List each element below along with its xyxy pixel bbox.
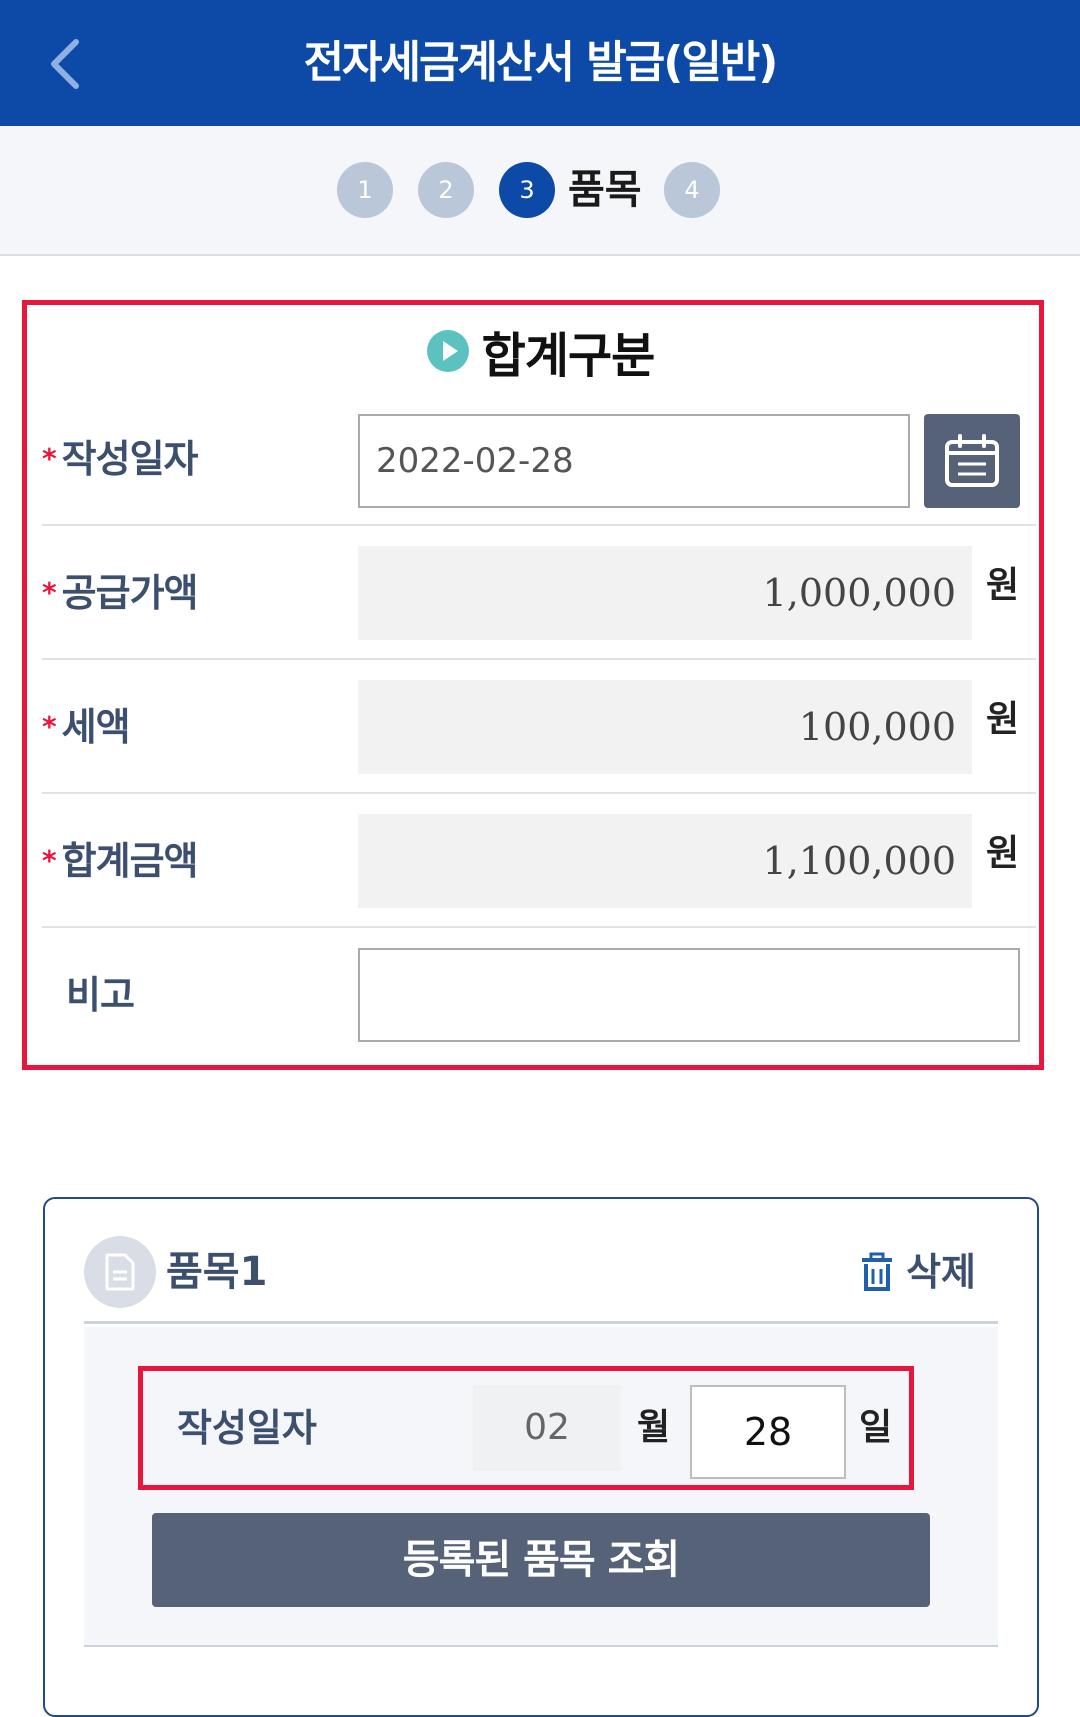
calendar-button[interactable] [924,414,1020,508]
month-unit: 월 [637,1407,671,1448]
document-icon [84,1236,156,1308]
write-date-input[interactable]: 2022-02-28 [358,414,910,508]
tax-amount-value: 100,000 [358,680,972,774]
summary-title: 합계구분 [481,328,656,384]
required-mark: * [42,710,57,743]
supply-amount-value: 1,000,000 [358,546,972,640]
summary-section-title: 합계구분 [0,316,1080,386]
step-1: 1 [337,162,393,218]
required-mark: * [42,576,57,609]
memo-input[interactable] [358,948,1020,1042]
step-2: 2 [418,162,474,218]
tax-amount-label: * 세액 [42,705,131,749]
total-amount-unit: 원 [986,833,1020,874]
total-amount-value: 1,100,000 [358,814,972,908]
memo-label: 비고 [66,973,135,1017]
delete-item-button[interactable]: 삭제 [860,1242,976,1302]
tax-amount-unit: 원 [986,699,1020,740]
step-indicator: 1 2 3 품목 4 [0,126,1080,256]
required-mark: * [42,442,57,475]
item-month-field: 02 [473,1385,621,1471]
supply-amount-row: * 공급가액 1,000,000 원 [42,526,1036,660]
item-day-input[interactable]: 28 [690,1385,846,1479]
page-title: 전자세금계산서 발급(일반) [303,37,779,88]
step-3-label: 품목 [568,167,642,213]
item-title: 품목1 [166,1249,268,1295]
item-date-highlight-box: 작성일자 02 월 28 일 [138,1366,914,1490]
step-3-current: 3 [499,162,555,218]
day-unit: 일 [859,1407,893,1448]
memo-row: 비고 [42,928,1036,1062]
item-header: 품목1 삭제 [84,1234,998,1324]
calendar-icon [945,434,999,487]
supply-amount-unit: 원 [986,565,1020,606]
registered-items-lookup-button[interactable]: 등록된 품목 조회 [152,1513,930,1607]
tax-amount-row: * 세액 100,000 원 [42,660,1036,794]
trash-icon [862,1252,893,1291]
step-4: 4 [664,162,720,218]
write-date-row: * 작성일자 2022-02-28 [42,392,1036,526]
required-mark: * [42,844,57,877]
total-amount-label: * 합계금액 [42,839,198,883]
delete-label: 삭제 [906,1250,976,1294]
total-amount-row: * 합계금액 1,100,000 원 [42,794,1036,928]
write-date-label: * 작성일자 [42,437,198,481]
app-header: 전자세금계산서 발급(일반) [0,0,1080,126]
play-circle-icon [426,330,469,372]
supply-amount-label: * 공급가액 [42,571,198,615]
item-date-label: 작성일자 [177,1406,317,1450]
